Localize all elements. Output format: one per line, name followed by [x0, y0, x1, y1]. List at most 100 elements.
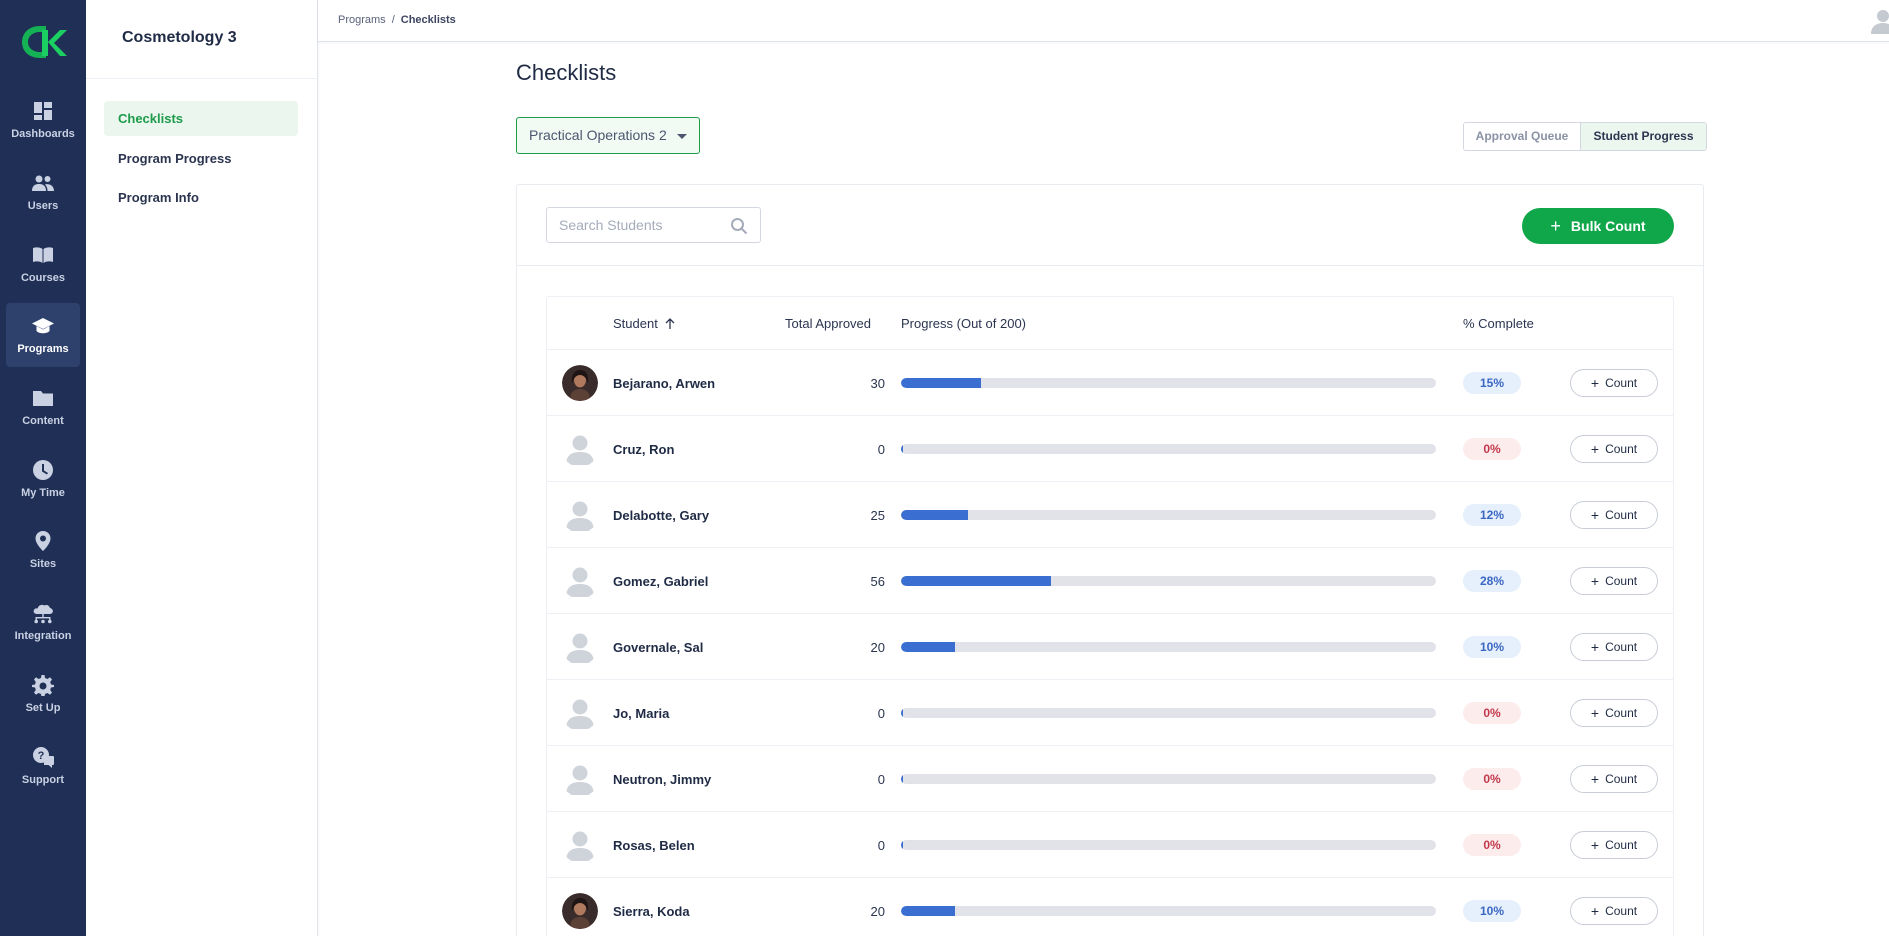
checklist-select[interactable]: Practical Operations 2 — [516, 117, 700, 154]
student-name[interactable]: Delabotte, Gary — [613, 508, 709, 523]
rail-item-integration[interactable]: Integration — [6, 590, 80, 654]
rail-item-label: Programs — [17, 343, 69, 355]
breadcrumb-current: Checklists — [400, 14, 456, 26]
view-toggle: Approval Queue Student Progress — [1463, 122, 1707, 151]
plus-icon: + — [1590, 375, 1600, 391]
student-name[interactable]: Sierra, Koda — [613, 904, 690, 919]
bulk-count-button[interactable]: + Bulk Count — [1522, 208, 1674, 244]
progress-bar — [901, 708, 1436, 718]
svg-text:?: ? — [38, 750, 45, 762]
progress-bar — [901, 774, 1436, 784]
rail-item-set-up[interactable]: Set Up — [6, 662, 80, 726]
progress-bar — [901, 510, 1436, 520]
dashboard-icon — [34, 102, 52, 120]
count-button[interactable]: + Count — [1570, 897, 1658, 925]
sort-arrow-up-icon[interactable] — [664, 317, 676, 330]
checklist-card: + Bulk Count Student Total Approved Prog… — [516, 184, 1704, 936]
program-title: Cosmetology 3 — [122, 29, 237, 46]
count-button-label: Count — [1605, 376, 1638, 390]
count-button[interactable]: + Count — [1570, 567, 1658, 595]
cloud-network-icon — [33, 604, 53, 624]
count-button-label: Count — [1605, 442, 1638, 456]
count-button[interactable]: + Count — [1570, 435, 1658, 463]
rail-item-support[interactable]: ? Support — [6, 734, 80, 798]
sidebar-item-checklists[interactable]: Checklists — [104, 101, 298, 136]
progress-bar-fill — [901, 642, 955, 652]
student-column-header[interactable]: Student — [613, 316, 676, 331]
progress-bar-fill — [901, 576, 1051, 586]
table-row: Cruz, Ron 0 0% + Count — [547, 416, 1673, 482]
student-progress-tab[interactable]: Student Progress — [1581, 123, 1706, 150]
table-row: Jo, Maria 0 0% + Count — [547, 680, 1673, 746]
table-row: Governale, Sal 20 10% + Count — [547, 614, 1673, 680]
student-name[interactable]: Bejarano, Arwen — [613, 376, 715, 391]
progress-bar-fill — [901, 840, 903, 850]
count-button[interactable]: + Count — [1570, 633, 1658, 661]
checklist-select-value: Practical Operations 2 — [529, 127, 667, 143]
progress-header: Progress (Out of 200) — [901, 316, 1026, 331]
breadcrumb-separator: / — [391, 14, 395, 26]
progress-bar-fill — [901, 378, 982, 388]
progress-bar-fill — [901, 906, 955, 916]
table-row: Rosas, Belen 0 0% + Count — [547, 812, 1673, 878]
program-sidebar: Cosmetology 3 Checklists Program Progres… — [86, 0, 318, 936]
table-row: Sierra, Koda 20 10% + Count — [547, 878, 1673, 936]
student-avatar — [562, 365, 598, 401]
student-name[interactable]: Cruz, Ron — [613, 442, 674, 457]
rail-item-courses[interactable]: Courses — [6, 232, 80, 296]
student-name[interactable]: Jo, Maria — [613, 706, 669, 721]
total-approved-header: Total Approved — [785, 316, 872, 331]
rail-item-sites[interactable]: Sites — [6, 518, 80, 582]
percent-complete-badge: 28% — [1463, 570, 1521, 592]
gear-icon — [32, 675, 54, 696]
count-button[interactable]: + Count — [1570, 765, 1658, 793]
rail-item-dashboards[interactable]: Dashboards — [6, 88, 80, 152]
total-approved-value: 0 — [877, 838, 885, 853]
student-name[interactable]: Neutron, Jimmy — [613, 772, 711, 787]
rail-item-programs[interactable]: Programs — [6, 303, 80, 367]
total-approved-value: 20 — [870, 904, 885, 919]
total-approved-value: 0 — [877, 772, 885, 787]
approval-queue-tab[interactable]: Approval Queue — [1464, 123, 1581, 150]
student-name[interactable]: Rosas, Belen — [613, 838, 695, 853]
plus-icon: + — [1590, 771, 1600, 787]
table-row: Neutron, Jimmy 0 0% + Count — [547, 746, 1673, 812]
student-name[interactable]: Governale, Sal — [613, 640, 703, 655]
count-button[interactable]: + Count — [1570, 369, 1658, 397]
plus-icon: + — [1590, 837, 1600, 853]
progress-bar — [901, 906, 1436, 916]
breadcrumb-programs[interactable]: Programs — [338, 14, 386, 26]
search-icon[interactable] — [730, 217, 748, 235]
count-button-label: Count — [1605, 904, 1638, 918]
sidebar-divider — [86, 78, 318, 79]
plus-icon: + — [1590, 441, 1600, 457]
count-button[interactable]: + Count — [1570, 699, 1658, 727]
percent-complete-badge: 0% — [1463, 702, 1521, 724]
rail-item-users[interactable]: Users — [6, 160, 80, 224]
progress-bar — [901, 576, 1436, 586]
caret-down-icon — [677, 134, 687, 139]
rail-item-content[interactable]: Content — [6, 375, 80, 439]
app-logo[interactable] — [20, 22, 68, 62]
sidebar-item-program-progress[interactable]: Program Progress — [104, 141, 298, 176]
count-button[interactable]: + Count — [1570, 831, 1658, 859]
user-avatar-icon[interactable] — [1867, 8, 1889, 34]
plus-icon: + — [1590, 639, 1600, 655]
location-pin-icon — [35, 531, 51, 551]
sidebar-item-program-info[interactable]: Program Info — [104, 180, 298, 215]
rail-item-label: Content — [22, 415, 64, 427]
rail-item-label: Integration — [14, 630, 72, 642]
top-bar: Programs / Checklists — [318, 0, 1889, 42]
total-approved-value: 20 — [870, 640, 885, 655]
total-approved-value: 56 — [870, 574, 885, 589]
rail-item-label: My Time — [21, 487, 65, 499]
plus-icon: + — [1590, 573, 1600, 589]
graduation-cap-icon — [32, 318, 54, 334]
student-name[interactable]: Gomez, Gabriel — [613, 574, 708, 589]
total-approved-value: 0 — [877, 442, 885, 457]
rail-item-my-time[interactable]: My Time — [6, 447, 80, 511]
search-input[interactable] — [547, 208, 717, 242]
count-button[interactable]: + Count — [1570, 501, 1658, 529]
table-row: Gomez, Gabriel 56 28% + Count — [547, 548, 1673, 614]
folder-icon — [33, 391, 53, 406]
